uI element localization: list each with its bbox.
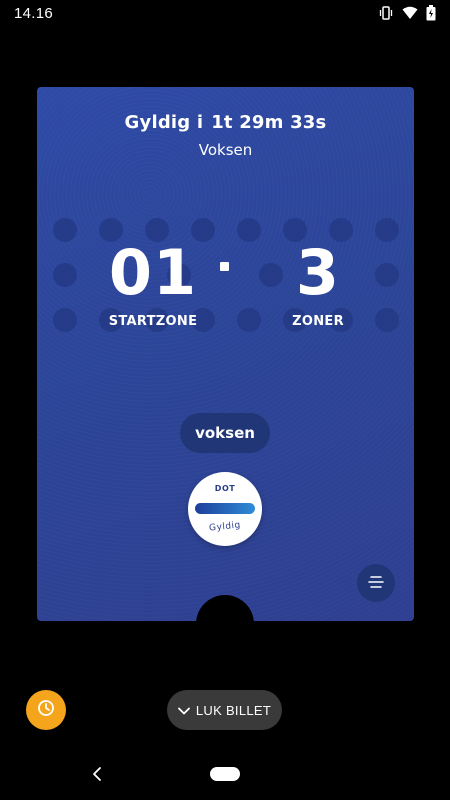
validity-badge: DOT Gyldig xyxy=(188,472,262,546)
close-ticket-label: LUK BILLET xyxy=(195,702,272,718)
passenger-pill: voksen xyxy=(180,413,270,453)
back-icon[interactable] xyxy=(90,765,106,783)
valid-prefix: Gyldig i xyxy=(124,112,204,133)
zone-count-label: ZONER xyxy=(292,314,344,329)
passenger-type: Voksen xyxy=(198,141,253,159)
status-icons xyxy=(378,5,436,21)
zone-count-number: 3 xyxy=(295,236,341,309)
ticket-header: Gyldig i 1t 29m 33s Voksen xyxy=(37,112,414,159)
clock-button[interactable] xyxy=(26,690,66,730)
valid-time: 1t 29m 33s xyxy=(211,112,327,133)
zone-count: 3 ZONER xyxy=(273,236,363,330)
chevron-down-icon xyxy=(177,703,190,718)
status-bar: 14.16 xyxy=(0,0,450,26)
badge-status: Gyldig xyxy=(208,520,242,534)
start-zone: 01 STARTZONE xyxy=(91,236,215,330)
status-time: 14.16 xyxy=(14,4,54,22)
badge-brand: DOT xyxy=(214,484,236,493)
battery-icon xyxy=(426,5,436,21)
home-pill-icon[interactable] xyxy=(210,767,240,781)
zone-separator xyxy=(220,262,229,271)
clock-icon xyxy=(37,699,55,721)
start-zone-label: STARTZONE xyxy=(108,314,198,329)
ticket-card: Gyldig i 1t 29m 33s Voksen 01 STARTZONE 3… xyxy=(37,87,414,621)
validity-countdown: Gyldig i 1t 29m 33s xyxy=(37,112,414,133)
vibrate-icon xyxy=(378,5,394,21)
start-zone-number: 01 xyxy=(108,236,198,309)
wifi-icon xyxy=(402,6,418,20)
close-ticket-button[interactable]: LUK BILLET xyxy=(167,690,282,730)
ticket-menu-button[interactable] xyxy=(357,564,395,602)
menu-icon xyxy=(368,574,384,593)
badge-bar xyxy=(195,503,255,514)
